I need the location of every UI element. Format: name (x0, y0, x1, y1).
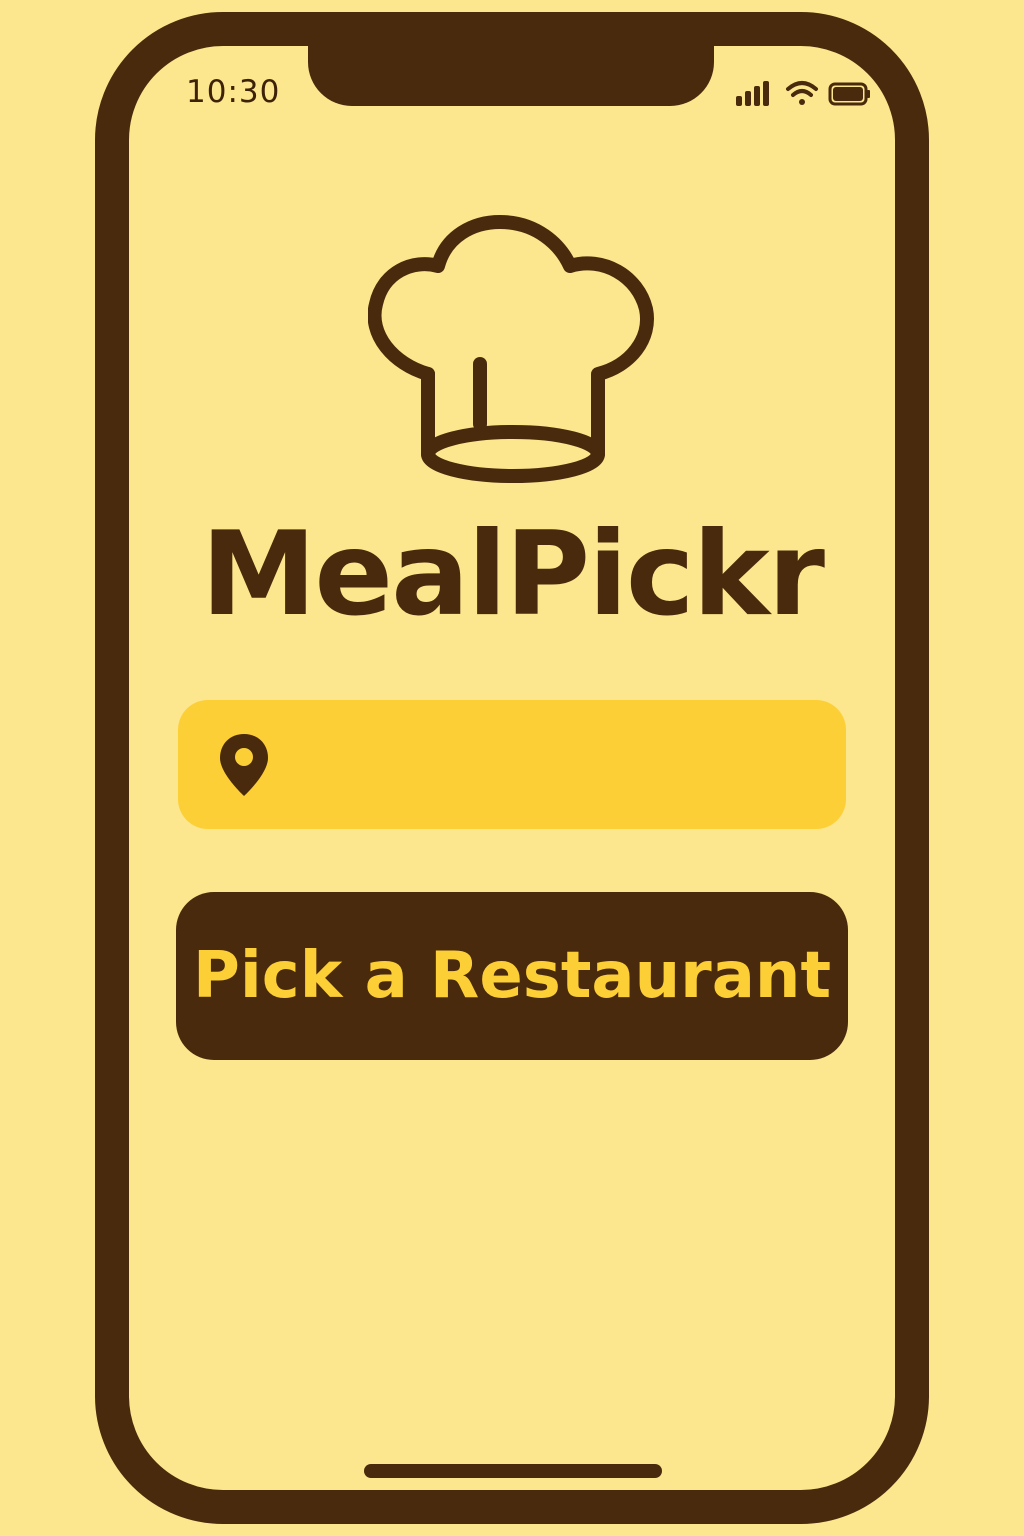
pick-restaurant-button-label: Pick a Restaurant (192, 939, 832, 1013)
home-indicator[interactable] (364, 1464, 662, 1478)
chef-hat-icon (368, 215, 654, 483)
battery-icon (828, 82, 870, 106)
location-field[interactable] (178, 700, 846, 829)
status-bar-time: 10:30 (186, 74, 281, 110)
location-input[interactable] (288, 700, 818, 829)
location-pin-icon (220, 734, 268, 796)
status-bar-icons (736, 81, 870, 106)
pick-restaurant-button[interactable]: Pick a Restaurant (176, 892, 848, 1060)
cellular-signal-icon (736, 81, 769, 106)
app-title: MealPickr (200, 507, 825, 642)
wifi-icon (786, 81, 818, 105)
phone-notch (308, 44, 714, 106)
